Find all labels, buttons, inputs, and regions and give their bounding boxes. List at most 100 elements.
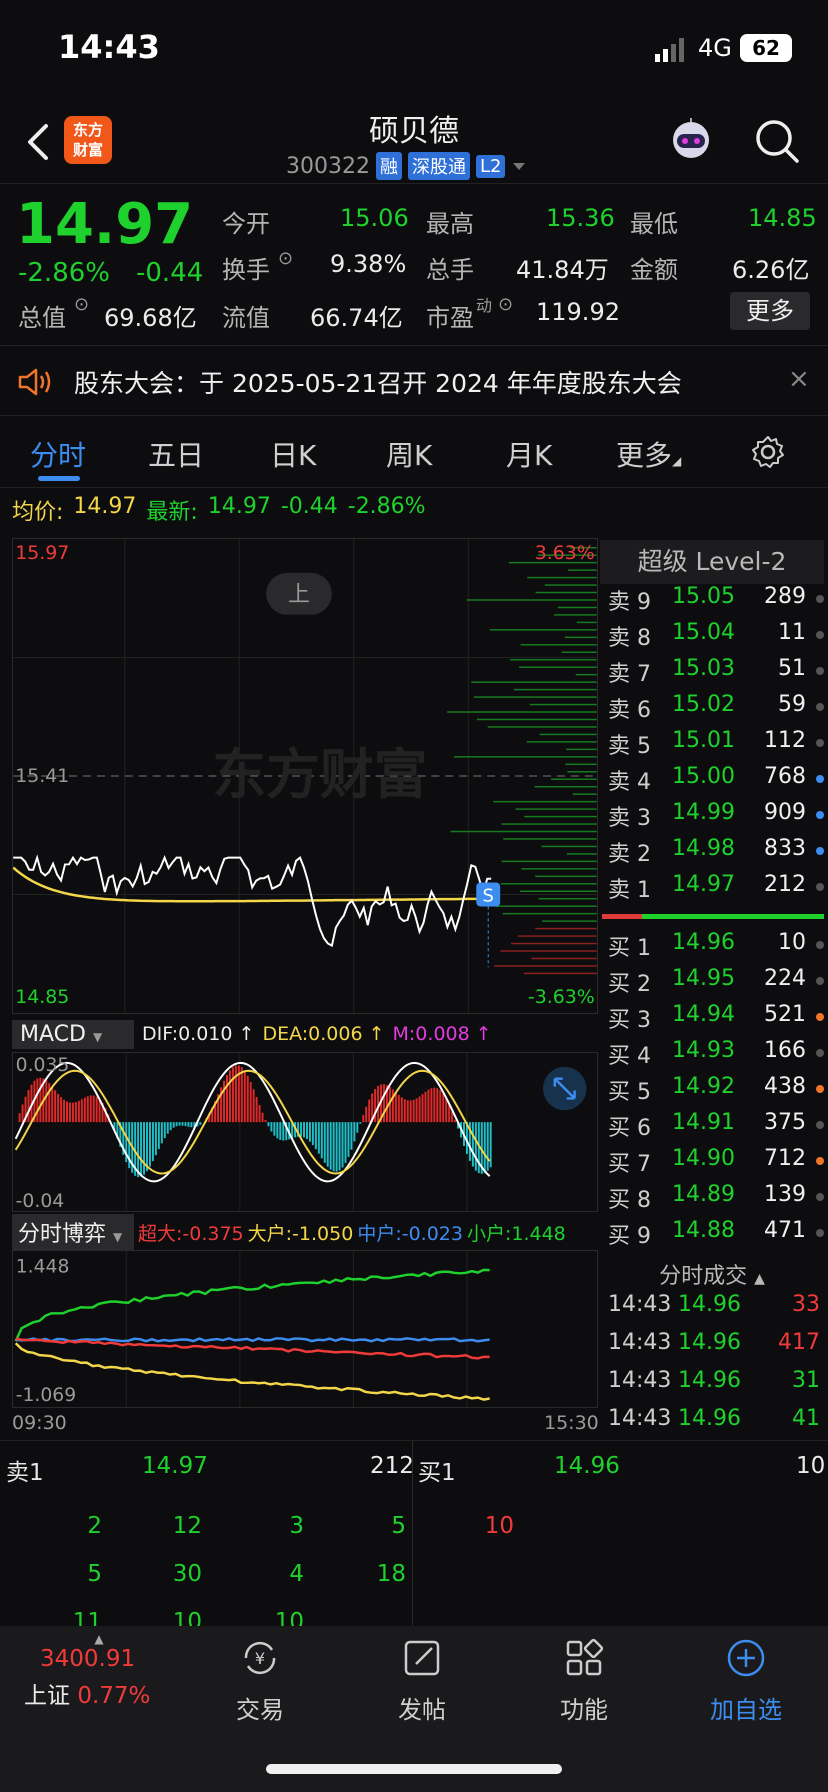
macd-bar xyxy=(45,1080,48,1123)
notice-bar[interactable]: 股东大会：于 2025-05-21召开 2024 年年度股东大会 × xyxy=(0,348,828,416)
ask-row[interactable]: 卖 5 15.01 112 xyxy=(608,728,824,764)
macd-bar xyxy=(454,1119,457,1123)
ask-row[interactable]: 卖 1 14.97 212 xyxy=(608,872,824,908)
flow-small: 小户:1.448 xyxy=(466,1222,566,1245)
tab-daily-k[interactable]: 日K xyxy=(270,434,316,474)
last-label: 最新: xyxy=(146,500,198,525)
ask-row[interactable]: 卖 4 15.00 768 xyxy=(608,764,824,800)
more-quote-button[interactable]: 更多 xyxy=(730,292,810,330)
depth-bars xyxy=(447,546,597,975)
tab-weekly-k[interactable]: 周K xyxy=(386,434,432,474)
tab-more[interactable]: 更多◢ xyxy=(616,434,681,474)
turnover-label: 换手 xyxy=(222,256,270,284)
money-flow-chart[interactable]: 1.448 -1.069 xyxy=(12,1250,598,1408)
search-icon[interactable] xyxy=(754,118,800,164)
macd-bar xyxy=(391,1089,394,1123)
macd-bar xyxy=(92,1095,95,1123)
macd-indicator-select[interactable]: MACD ▼ xyxy=(12,1019,134,1049)
bid-row[interactable]: 买 7 14.90 712 xyxy=(608,1146,824,1182)
bid-price: 14.91 xyxy=(672,1110,735,1135)
stock-code-row[interactable]: 300322 融 深股通 L2 xyxy=(286,152,527,180)
depth-bar xyxy=(576,621,597,624)
info-icon[interactable]: ⊙ xyxy=(498,294,513,315)
macd-bar xyxy=(228,1070,231,1123)
macd-bar xyxy=(412,1099,415,1123)
close-icon[interactable]: × xyxy=(788,364,810,394)
ask-volume: 833 xyxy=(764,836,806,861)
depth-bar xyxy=(564,636,597,639)
ask-row[interactable]: 卖 7 15.03 51 xyxy=(608,656,824,692)
bid-row[interactable]: 买 3 14.94 521 xyxy=(608,1002,824,1038)
queue-sell-order: 3 xyxy=(289,1513,304,1539)
flow-indicator-select[interactable]: 分时博弈 ▼ xyxy=(12,1214,134,1250)
ask-row[interactable]: 卖 8 15.04 11 xyxy=(608,620,824,656)
ask-price: 14.99 xyxy=(672,800,735,825)
macd-bar xyxy=(279,1122,282,1140)
stock-code: 300322 xyxy=(286,153,370,179)
macd-bar xyxy=(418,1096,421,1123)
quote-panel: 14.97 -2.86% -0.44 今开 15.06 最高 15.36 最低 … xyxy=(0,186,828,346)
nav-post[interactable]: 发帖 xyxy=(372,1636,472,1725)
trades-title[interactable]: 分时成交 ▲ xyxy=(600,1258,824,1290)
time-axis-start: 09:30 xyxy=(12,1412,67,1434)
ask-volume: 11 xyxy=(778,620,806,645)
nav-trade[interactable]: ¥ 交易 xyxy=(210,1636,310,1725)
trade-volume: 33 xyxy=(792,1292,820,1317)
queue-buy-vol: 10 xyxy=(796,1453,826,1479)
robot-assistant-icon[interactable] xyxy=(668,118,714,164)
index-ticker[interactable]: ▲ 3400.91 上证 0.77% xyxy=(24,1632,174,1710)
macd-bar xyxy=(483,1122,486,1174)
intraday-price-chart[interactable]: 东方财富 上 S 15.97 3.63% 15.41 14.85 -3.63% xyxy=(12,538,598,1014)
tab-monthly-k[interactable]: 月K xyxy=(506,434,552,474)
ask-row[interactable]: 卖 9 15.05 289 xyxy=(608,584,824,620)
ask-row[interactable]: 卖 3 14.99 909 xyxy=(608,800,824,836)
macd-bar xyxy=(350,1122,353,1150)
gear-icon[interactable] xyxy=(750,434,786,470)
bid-row[interactable]: 买 9 14.88 471 xyxy=(608,1218,824,1254)
macd-bar xyxy=(252,1089,255,1123)
macd-bar xyxy=(178,1122,181,1126)
orderbook-title[interactable]: 超级 Level-2 xyxy=(600,540,824,584)
info-icon[interactable]: ⊙ xyxy=(278,248,293,269)
notice-text: 股东大会：于 2025-05-21召开 2024 年年度股东大会 xyxy=(74,369,682,398)
orderbook-separator xyxy=(602,914,824,919)
depth-bar xyxy=(561,651,597,654)
nav-add-watchlist[interactable]: 加自选 xyxy=(696,1636,796,1725)
nav-functions[interactable]: 功能 xyxy=(534,1636,634,1725)
queue-buy-label: 买1 xyxy=(418,1460,456,1486)
ask-label: 卖 2 xyxy=(608,842,651,867)
bid-row[interactable]: 买 4 14.93 166 xyxy=(608,1038,824,1074)
bid-row[interactable]: 买 8 14.89 139 xyxy=(608,1182,824,1218)
macd-m: M:0.008 ↑ xyxy=(392,1023,492,1045)
chevron-down-icon xyxy=(513,163,526,170)
macd-bar xyxy=(154,1122,157,1156)
ask-price: 15.01 xyxy=(672,728,735,753)
signal-icon xyxy=(655,38,684,62)
macd-bar xyxy=(143,1122,146,1175)
grid-icon xyxy=(566,1638,604,1676)
ask-row[interactable]: 卖 6 15.02 59 xyxy=(608,692,824,728)
ask-row[interactable]: 卖 2 14.98 833 xyxy=(608,836,824,872)
macd-bar xyxy=(246,1075,249,1123)
macd-bar xyxy=(151,1122,154,1162)
bid-dot xyxy=(816,1157,824,1165)
bid-row[interactable]: 买 1 14.96 10 xyxy=(608,930,824,966)
bid-row[interactable]: 买 6 14.91 375 xyxy=(608,1110,824,1146)
axis-top-price: 15.97 xyxy=(15,542,69,564)
macd-bar xyxy=(66,1101,68,1123)
depth-bar xyxy=(510,658,597,661)
bid-price: 14.94 xyxy=(672,1002,735,1027)
macd-bar xyxy=(27,1089,30,1123)
edit-icon xyxy=(404,1640,440,1676)
bid-label: 买 1 xyxy=(608,936,651,961)
info-icon[interactable]: ⊙ xyxy=(74,294,89,315)
bid-row[interactable]: 买 2 14.95 224 xyxy=(608,966,824,1002)
bid-row[interactable]: 买 5 14.92 438 xyxy=(608,1074,824,1110)
macd-bar xyxy=(261,1112,264,1123)
tab-intraday[interactable]: 分时 xyxy=(30,434,86,474)
tab-five-day[interactable]: 五日 xyxy=(148,434,204,474)
macd-chart[interactable]: 0.035 -0.04 xyxy=(12,1052,598,1212)
queue-sell-price: 14.97 xyxy=(142,1453,208,1479)
open-value: 15.06 xyxy=(340,204,409,232)
queue-sell-order: 12 xyxy=(172,1513,202,1539)
